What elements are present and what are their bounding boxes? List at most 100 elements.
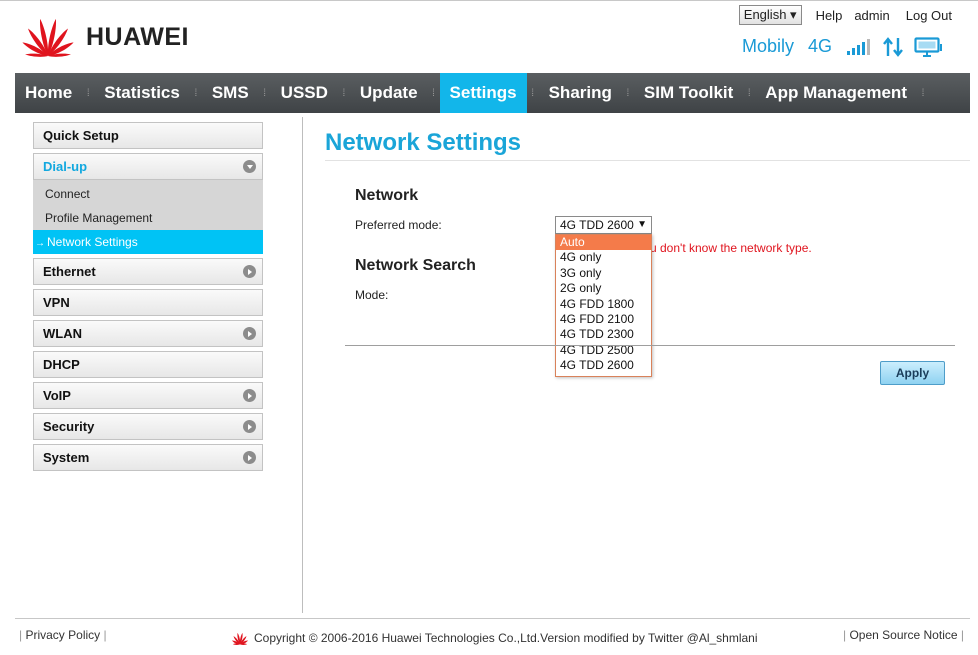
nav-separator: ⁞	[263, 87, 267, 99]
nav-separator: ⁞	[342, 87, 346, 99]
sidebar-item-quick-setup[interactable]: Quick Setup	[33, 122, 263, 149]
caret-down-icon: ▼	[637, 219, 647, 230]
settings-sidebar: Quick Setup Dial-up Connect Profile Mana…	[33, 122, 263, 475]
nav-ussd[interactable]: USSD	[271, 73, 338, 113]
sidebar-item-label: DHCP	[43, 357, 80, 372]
sidebar-item-dhcp[interactable]: DHCP	[33, 351, 263, 378]
nav-separator: ⁞	[626, 87, 630, 99]
brand-name: HUAWEI	[86, 22, 189, 51]
nav-app-management[interactable]: App Management	[755, 73, 917, 113]
data-transfer-icon	[883, 36, 903, 57]
sidebar-subitem-label: Network Settings	[47, 235, 138, 249]
option-4g-tdd-2300[interactable]: 4G TDD 2300	[556, 327, 651, 342]
footer-separator: |	[843, 628, 847, 642]
network-search-heading: Network Search	[355, 257, 476, 274]
sidebar-subitem-profile-management[interactable]: Profile Management	[33, 206, 263, 230]
preferred-mode-value: 4G TDD 2600	[560, 218, 634, 232]
footer-divider	[15, 618, 970, 619]
sidebar-item-ethernet[interactable]: Ethernet	[33, 258, 263, 285]
sidebar-subitem-network-settings[interactable]: → Network Settings	[33, 230, 263, 254]
dialup-submenu: Connect Profile Management → Network Sett…	[33, 180, 263, 254]
sidebar-item-label: WLAN	[43, 326, 82, 341]
huawei-flower-icon	[231, 632, 249, 645]
nav-separator: ⁞	[531, 87, 534, 99]
sidebar-item-vpn[interactable]: VPN	[33, 289, 263, 316]
chevron-right-icon	[243, 451, 256, 464]
option-4g-only[interactable]: 4G only	[556, 250, 651, 265]
copyright-notice: Copyright © 2006-2016 Huawei Technologie…	[231, 631, 758, 645]
content-divider	[302, 117, 303, 613]
network-type-hint: u don't know the network type.	[650, 241, 812, 255]
sidebar-item-label: Dial-up	[43, 159, 88, 174]
utility-bar: English ▾ Help admin Log Out	[738, 5, 952, 25]
nav-sharing[interactable]: Sharing	[539, 73, 622, 113]
option-4g-fdd-1800[interactable]: 4G FDD 1800	[556, 297, 651, 312]
nav-sms[interactable]: SMS	[202, 73, 259, 113]
chevron-right-icon	[243, 420, 256, 433]
chevron-right-icon	[243, 389, 256, 402]
nav-separator: ⁞	[86, 87, 90, 99]
top-border	[0, 0, 978, 1]
chevron-right-icon	[243, 265, 256, 278]
preferred-mode-select[interactable]: 4G TDD 2600 ▼	[555, 216, 652, 234]
footer-separator: |	[103, 628, 107, 642]
nav-update[interactable]: Update	[350, 73, 428, 113]
form-divider	[345, 345, 955, 346]
sidebar-item-label: VoIP	[43, 388, 71, 403]
sidebar-item-dialup[interactable]: Dial-up	[33, 153, 263, 180]
sidebar-item-voip[interactable]: VoIP	[33, 382, 263, 409]
language-value: English	[743, 7, 787, 22]
title-divider	[325, 160, 970, 161]
sidebar-item-system[interactable]: System	[33, 444, 263, 471]
open-source-container: | Open Source Notice |	[843, 628, 964, 642]
huawei-flower-icon	[22, 18, 74, 57]
preferred-mode-dropdown: Auto 4G only 3G only 2G only 4G FDD 1800…	[555, 234, 652, 377]
sidebar-item-label: System	[43, 450, 90, 465]
option-4g-tdd-2600[interactable]: 4G TDD 2600	[556, 358, 651, 373]
network-type: 4G	[807, 36, 832, 56]
status-bar: Mobily 4G	[742, 36, 944, 57]
sidebar-item-security[interactable]: Security	[33, 413, 263, 440]
help-link[interactable]: Help	[816, 8, 843, 23]
nav-separator: ⁞	[432, 87, 435, 99]
preferred-mode-label: Preferred mode:	[355, 218, 442, 232]
nav-statistics[interactable]: Statistics	[94, 73, 190, 113]
copyright-text: Copyright © 2006-2016 Huawei Technologie…	[254, 631, 758, 645]
sidebar-item-label: Security	[43, 419, 95, 434]
sidebar-item-label: VPN	[43, 295, 70, 310]
open-source-link[interactable]: Open Source Notice	[849, 628, 957, 642]
signal-strength-icon	[847, 38, 870, 55]
chevron-down-icon	[243, 160, 256, 173]
nav-separator: ⁞	[921, 87, 925, 99]
footer-separator: |	[19, 628, 23, 642]
sidebar-subitem-connect[interactable]: Connect	[33, 182, 263, 206]
privacy-policy-link[interactable]: Privacy Policy	[25, 628, 100, 642]
sidebar-item-label: Ethernet	[43, 264, 96, 279]
footer-separator: |	[960, 628, 964, 642]
arrow-right-icon: →	[35, 238, 45, 249]
chevron-right-icon	[243, 327, 256, 340]
sidebar-item-label: Quick Setup	[43, 128, 119, 143]
language-select[interactable]: English ▾	[738, 5, 802, 25]
sidebar-item-wlan[interactable]: WLAN	[33, 320, 263, 347]
search-mode-label: Mode:	[355, 288, 389, 302]
nav-home[interactable]: Home	[15, 73, 82, 113]
huawei-logo[interactable]: HUAWEI	[20, 16, 189, 58]
nav-sim-toolkit[interactable]: SIM Toolkit	[634, 73, 743, 113]
option-3g-only[interactable]: 3G only	[556, 266, 651, 281]
pc-connection-icon	[914, 36, 942, 57]
option-2g-only[interactable]: 2G only	[556, 281, 651, 296]
privacy-policy-container: | Privacy Policy |	[19, 628, 107, 642]
logout-link[interactable]: Log Out	[906, 8, 952, 23]
main-nav: Home ⁞ Statistics ⁞ SMS ⁞ USSD ⁞ Update …	[15, 73, 970, 113]
nav-settings[interactable]: Settings	[439, 73, 527, 113]
carrier-name: Mobily	[741, 36, 794, 56]
page-title: Network Settings	[325, 129, 522, 156]
option-auto[interactable]: Auto	[556, 235, 651, 251]
apply-button[interactable]: Apply	[880, 361, 945, 385]
network-heading: Network	[355, 187, 419, 204]
user-link[interactable]: admin	[854, 8, 889, 23]
nav-separator: ⁞	[747, 87, 751, 99]
option-4g-fdd-2100[interactable]: 4G FDD 2100	[556, 312, 651, 327]
nav-separator: ⁞	[194, 87, 198, 99]
